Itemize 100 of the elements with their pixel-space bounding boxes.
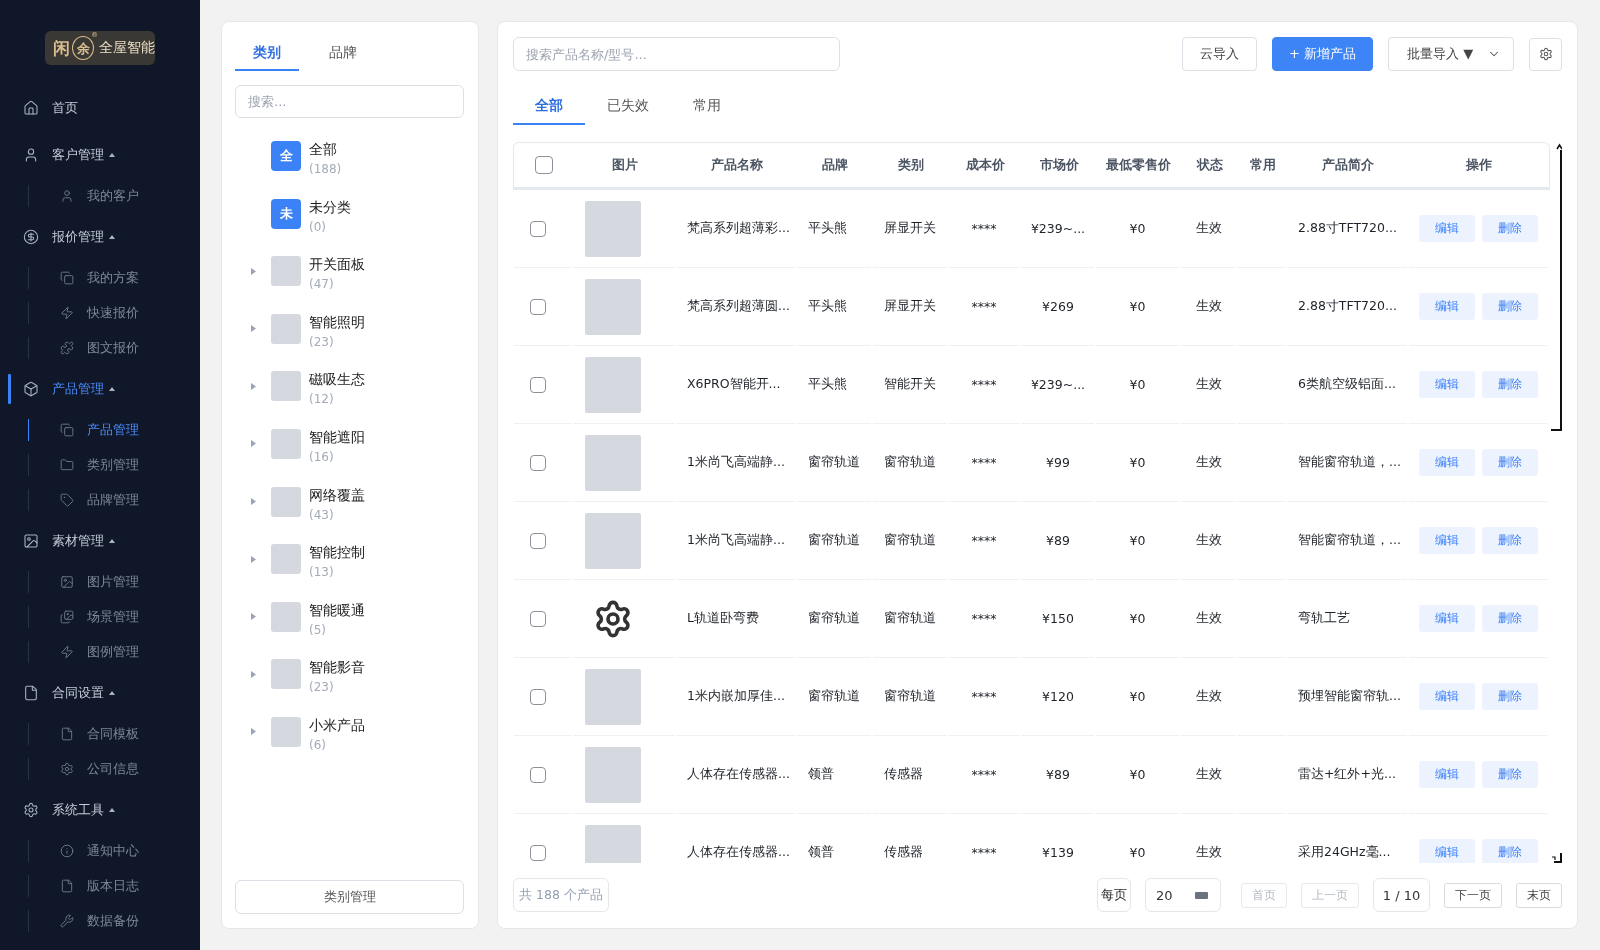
delete-button[interactable]: 删除 <box>1482 449 1538 476</box>
category-name[interactable]: 智能照明 <box>309 313 365 330</box>
select-all-checkbox[interactable] <box>535 156 553 174</box>
photo-placeholder <box>585 356 641 413</box>
nav-subitem[interactable]: 合同模板 <box>60 724 139 743</box>
caret-right-icon[interactable] <box>251 670 256 678</box>
letter-badge: 全 <box>271 141 301 171</box>
caret-right-icon[interactable] <box>251 555 256 563</box>
nav-item[interactable]: 客户管理 <box>23 145 115 164</box>
row-checkbox[interactable] <box>530 454 546 471</box>
table-cell: ¥0 <box>1129 767 1146 782</box>
caret-right-icon[interactable] <box>251 382 256 390</box>
nav-subitem[interactable]: 场景管理 <box>60 607 139 626</box>
photo-placeholder <box>271 371 301 402</box>
caret-right-icon[interactable] <box>251 613 256 621</box>
settings-button[interactable] <box>1529 37 1562 71</box>
column-header: 产品名称 <box>710 156 763 174</box>
nav-subitem[interactable]: 通知中心 <box>60 841 139 860</box>
edit-button[interactable]: 编辑 <box>1419 761 1475 788</box>
category-name[interactable]: 智能暖通 <box>309 601 365 618</box>
nav-subitem[interactable]: 快速报价 <box>60 303 139 322</box>
edit-button[interactable]: 编辑 <box>1419 527 1475 554</box>
row-checkbox[interactable] <box>530 298 546 315</box>
per-page-select[interactable]: 20 <box>1145 878 1221 912</box>
caret-right-icon[interactable] <box>251 267 256 275</box>
delete-button[interactable]: 删除 <box>1482 605 1538 632</box>
search-field[interactable]: 搜索... <box>235 85 464 118</box>
category-count: (0) <box>309 218 326 235</box>
nav-subitem[interactable]: 图文报价 <box>60 338 139 357</box>
nav-subitem[interactable]: 我的客户 <box>60 186 139 205</box>
category-name[interactable]: 智能遮阳 <box>309 428 365 445</box>
caret-right-icon[interactable] <box>251 728 256 736</box>
tab[interactable]: 类别 <box>235 37 299 71</box>
edit-button[interactable]: 编辑 <box>1419 605 1475 632</box>
resize-corner-icon[interactable] <box>1551 853 1562 863</box>
category-name[interactable]: 智能控制 <box>309 544 365 561</box>
row-checkbox[interactable] <box>530 220 546 237</box>
page-button[interactable]: 末页 <box>1516 882 1562 908</box>
nav-subitem[interactable]: 图例管理 <box>60 642 139 661</box>
add-product-button[interactable]: + 新增产品 <box>1272 37 1373 71</box>
nav-item[interactable]: 合同设置 <box>23 683 115 702</box>
table-cell: ¥0 <box>1129 299 1146 314</box>
delete-button[interactable]: 删除 <box>1482 371 1538 398</box>
search-field[interactable]: 搜索产品名称/型号... <box>513 37 840 71</box>
cloud-import-button[interactable]: 云导入 <box>1182 37 1257 71</box>
delete-button[interactable]: 删除 <box>1482 761 1538 788</box>
row-checkbox[interactable] <box>530 766 546 783</box>
tab[interactable]: 常用 <box>671 88 743 125</box>
edit-button[interactable]: 编辑 <box>1419 371 1475 398</box>
nav-item[interactable]: 系统工具 <box>23 800 115 819</box>
nav-subitem[interactable]: 品牌管理 <box>60 490 139 509</box>
caret-right-icon[interactable] <box>251 498 256 506</box>
caret-right-icon[interactable] <box>251 325 256 333</box>
delete-button[interactable]: 删除 <box>1482 683 1538 710</box>
table-cell: 人体存在传感器... <box>687 766 790 783</box>
nav-subitem[interactable]: 版本日志 <box>60 876 139 895</box>
nav-item[interactable]: 首页 <box>23 98 78 117</box>
nav-subitem[interactable]: 产品管理 <box>60 420 139 439</box>
row-checkbox[interactable] <box>530 532 546 549</box>
nav-item[interactable]: 产品管理 <box>23 379 115 398</box>
scrollbar-thumb[interactable] <box>1551 150 1562 431</box>
tab[interactable]: 全部 <box>513 88 585 125</box>
tab[interactable]: 品牌 <box>311 37 375 71</box>
category-name[interactable]: 网络覆盖 <box>309 486 365 503</box>
settings-icon <box>1538 47 1553 61</box>
page-button[interactable]: 下一页 <box>1444 882 1502 908</box>
tab[interactable]: 已失效 <box>585 88 671 125</box>
logo-text: 全屋智能 <box>99 41 155 55</box>
delete-button[interactable]: 删除 <box>1482 293 1538 320</box>
edit-button[interactable]: 编辑 <box>1419 683 1475 710</box>
delete-button[interactable]: 删除 <box>1482 839 1538 863</box>
category-name[interactable]: 智能影音 <box>309 659 365 676</box>
copy-icon <box>60 270 74 285</box>
row-checkbox[interactable] <box>530 376 546 393</box>
category-name[interactable]: 开关面板 <box>309 256 365 273</box>
category-name[interactable]: 未分类 <box>309 198 351 215</box>
batch-import-button[interactable]: 批量导入 ▼ <box>1388 37 1514 71</box>
table-cell: 生效 <box>1195 844 1222 861</box>
edit-button[interactable]: 编辑 <box>1419 449 1475 476</box>
edit-button[interactable]: 编辑 <box>1419 215 1475 242</box>
delete-button[interactable]: 删除 <box>1482 527 1538 554</box>
row-checkbox[interactable] <box>530 844 546 861</box>
table-cell: 窗帘轨道 <box>884 688 936 705</box>
nav-subitem[interactable]: 类别管理 <box>60 455 139 474</box>
manage-categories-button[interactable]: 类别管理 <box>235 880 464 914</box>
nav-item[interactable]: 报价管理 <box>23 227 115 246</box>
edit-button[interactable]: 编辑 <box>1419 839 1475 863</box>
category-name[interactable]: 全部 <box>309 141 337 157</box>
edit-button[interactable]: 编辑 <box>1419 293 1475 320</box>
nav-subitem[interactable]: 图片管理 <box>60 572 139 591</box>
nav-subitem[interactable]: 公司信息 <box>60 759 139 778</box>
delete-button[interactable]: 删除 <box>1482 215 1538 242</box>
caret-right-icon[interactable] <box>251 440 256 448</box>
nav-item[interactable]: 素材管理 <box>23 531 115 550</box>
row-checkbox[interactable] <box>530 610 546 627</box>
category-name[interactable]: 小米产品 <box>309 716 365 733</box>
nav-subitem[interactable]: 数据备份 <box>60 911 139 930</box>
nav-subitem[interactable]: 我的方案 <box>60 268 139 287</box>
category-name[interactable]: 磁吸生态 <box>309 371 365 388</box>
row-checkbox[interactable] <box>530 688 546 705</box>
